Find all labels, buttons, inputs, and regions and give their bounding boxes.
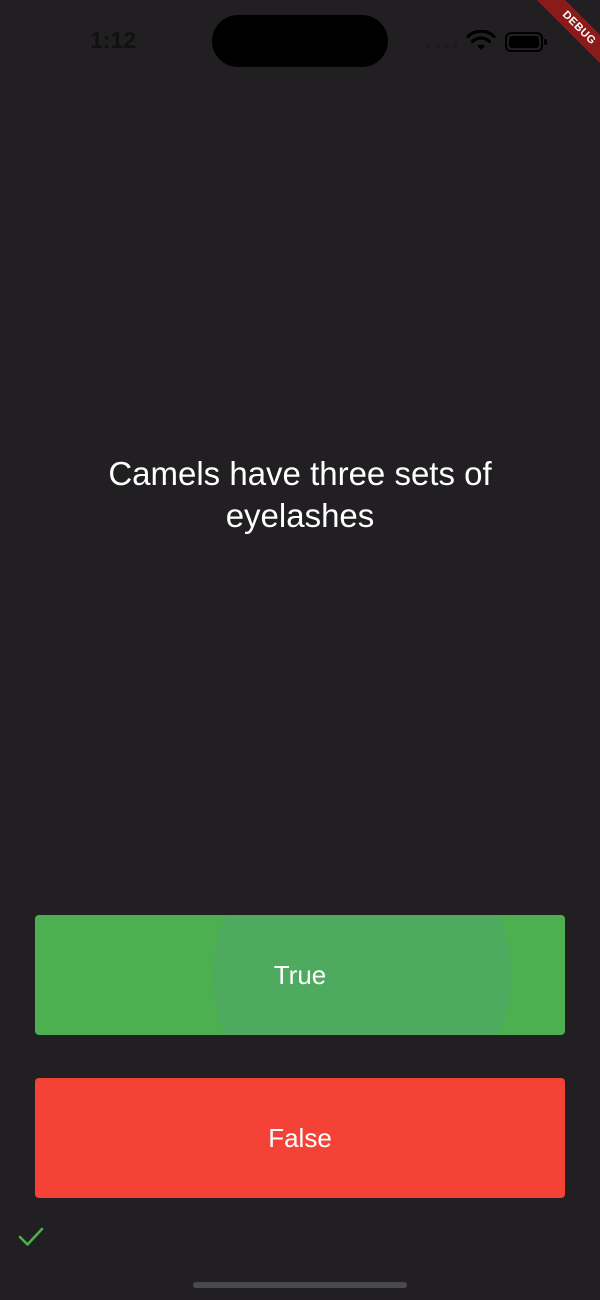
true-button-label: True bbox=[273, 959, 327, 990]
score-keeper bbox=[18, 1224, 44, 1250]
false-button-label: False bbox=[268, 1122, 332, 1153]
home-indicator[interactable] bbox=[193, 1282, 407, 1288]
dynamic-island bbox=[212, 15, 388, 67]
ripple-effect bbox=[213, 915, 511, 1035]
question-text: Camels have three sets of eyelashes bbox=[108, 455, 492, 534]
false-button[interactable]: False bbox=[35, 1078, 565, 1198]
true-button[interactable]: True bbox=[35, 915, 565, 1035]
debug-ribbon: DEBUG bbox=[525, 0, 600, 82]
cellular-signal-icon bbox=[426, 43, 458, 48]
debug-banner: DEBUG bbox=[510, 0, 600, 90]
wifi-icon bbox=[466, 30, 496, 50]
question-area: Camels have three sets of eyelashes bbox=[40, 300, 560, 690]
check-icon bbox=[18, 1227, 44, 1246]
status-time: 1:12 bbox=[90, 27, 137, 53]
